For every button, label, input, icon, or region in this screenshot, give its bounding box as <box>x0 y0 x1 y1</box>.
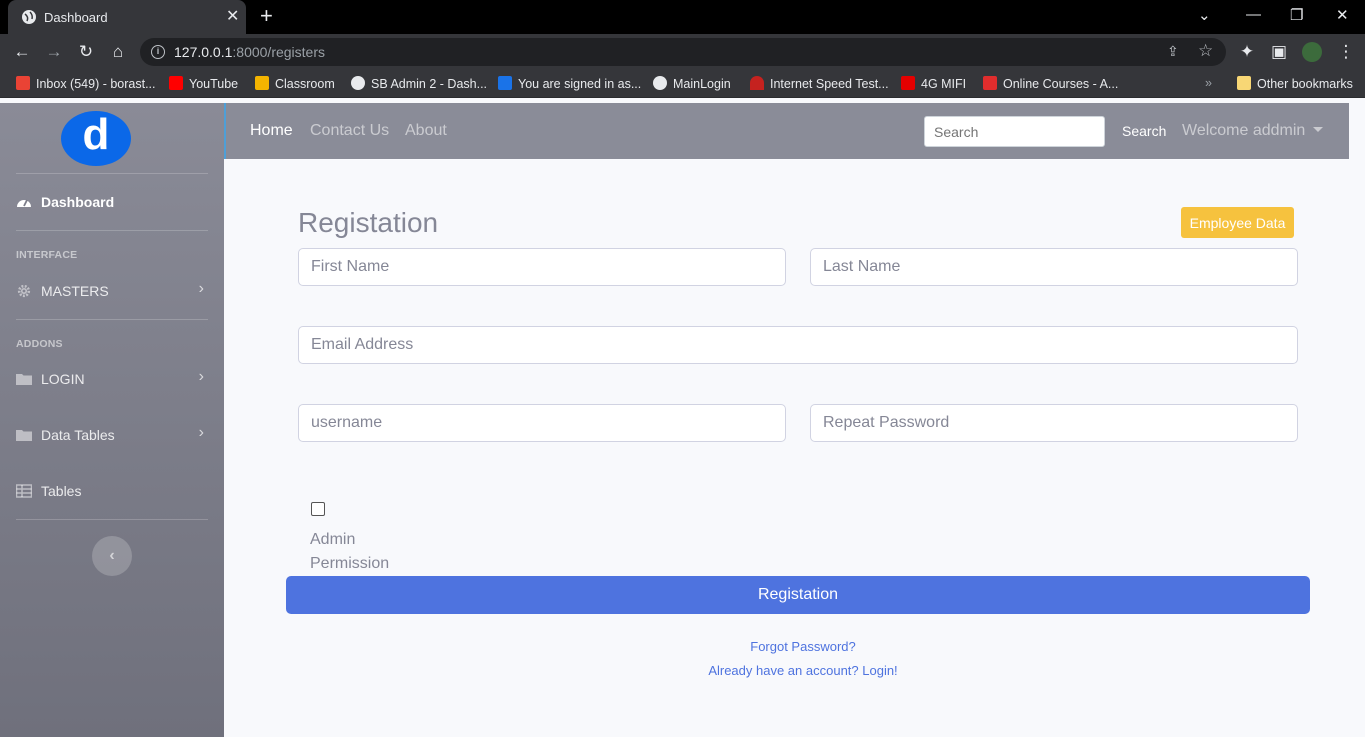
close-window-icon[interactable]: ✕ <box>1336 6 1349 24</box>
browser-tabstrip: Dashboard ✕ + ⌄ — ❐ ✕ <box>0 0 1365 34</box>
udemy-icon <box>983 76 997 90</box>
main-content: Registation Employee Data Admin Permissi… <box>224 159 1365 737</box>
bookmark-item[interactable]: 4G MIFI <box>901 76 966 91</box>
sidebar-heading-interface: INTERFACE <box>16 249 78 261</box>
sidebar-item-dashboard[interactable]: Dashboard <box>16 191 208 215</box>
forgot-password-link[interactable]: Forgot Password? <box>653 639 953 654</box>
home-icon[interactable]: ⌂ <box>108 42 128 62</box>
browser-toolbar: ← → ↻ ⌂ i 127.0.0.1:8000/registers ⇪ ☆ ✦… <box>0 34 1365 70</box>
folder-icon <box>16 374 32 385</box>
airtel-icon <box>901 76 915 90</box>
share-icon[interactable]: ⇪ <box>1167 43 1179 60</box>
bookmark-item[interactable]: Online Courses - A... <box>983 76 1118 91</box>
browser-tab[interactable]: Dashboard ✕ <box>8 0 246 34</box>
globe-icon <box>22 10 36 24</box>
sidebar-heading-addons: ADDONS <box>16 338 63 350</box>
sidebar-item-data-tables[interactable]: Data Tables › <box>16 424 208 448</box>
profile-avatar[interactable] <box>1302 42 1322 62</box>
sidebar-toggle-button[interactable]: ‹ <box>92 536 132 576</box>
bookmark-item[interactable]: SB Admin 2 - Dash... <box>351 76 487 91</box>
email-field[interactable] <box>298 326 1298 364</box>
sidebar-divider <box>16 319 208 320</box>
nav-contact-link[interactable]: Contact Us <box>310 122 389 140</box>
bookmarks-bar: Inbox (549) - borast... YouTube Classroo… <box>0 70 1365 98</box>
back-icon[interactable]: ← <box>12 42 32 62</box>
chevron-down-icon[interactable]: ⌄ <box>1198 6 1211 24</box>
username-field[interactable] <box>298 404 786 442</box>
side-panel-icon[interactable]: ▣ <box>1269 42 1289 62</box>
page-title: Registation <box>298 207 439 238</box>
minimize-icon[interactable]: — <box>1246 6 1261 23</box>
table-icon <box>16 484 32 498</box>
chevron-right-icon: › <box>198 280 204 297</box>
sidebar-divider <box>16 230 208 231</box>
restore-icon[interactable]: ❐ <box>1290 6 1303 24</box>
new-tab-icon[interactable]: + <box>260 4 273 28</box>
extensions-icon[interactable]: ✦ <box>1237 42 1257 62</box>
tab-title: Dashboard <box>44 10 108 25</box>
bookmark-star-icon[interactable]: ☆ <box>1198 41 1213 61</box>
nav-about-link[interactable]: About <box>405 122 447 140</box>
search-input[interactable] <box>924 116 1105 147</box>
address-bar[interactable]: i 127.0.0.1:8000/registers ⇪ ☆ <box>140 38 1226 66</box>
register-submit-button[interactable]: Registation <box>286 576 1310 614</box>
speed-icon <box>750 76 764 90</box>
site-info-icon[interactable]: i <box>151 45 165 59</box>
first-name-field[interactable] <box>298 248 786 286</box>
bookmark-item[interactable]: You are signed in as... <box>498 76 641 91</box>
sidebar-divider <box>16 173 208 174</box>
sidebar-item-tables[interactable]: Tables <box>16 480 208 504</box>
nav-home-link[interactable]: Home <box>250 122 293 140</box>
tachometer-icon <box>17 199 31 207</box>
sidebar-item-masters[interactable]: MASTERS › <box>16 280 208 304</box>
more-bookmarks-icon[interactable]: » <box>1205 76 1212 90</box>
user-dropdown[interactable]: Welcome addmin <box>1182 122 1324 140</box>
sidebar-divider <box>16 519 208 520</box>
bookmark-item[interactable]: YouTube <box>169 76 238 91</box>
caret-down-icon <box>1313 127 1324 132</box>
url-text[interactable]: 127.0.0.1:8000/registers <box>174 44 325 60</box>
sidebar: d Dashboard INTERFACE MASTERS › ADDONS L… <box>0 103 224 737</box>
brand-logo[interactable]: d <box>61 111 131 166</box>
admin-permission-label: Admin Permission <box>310 531 390 572</box>
classroom-icon <box>255 76 269 90</box>
folder-icon <box>16 430 32 441</box>
close-tab-icon[interactable]: ✕ <box>226 6 239 26</box>
employee-data-button[interactable]: Employee Data <box>1181 207 1294 238</box>
login-link[interactable]: Already have an account? Login! <box>653 663 953 678</box>
sidebar-item-login[interactable]: LOGIN › <box>16 368 208 392</box>
bookmark-item[interactable]: Classroom <box>255 76 335 91</box>
chevron-left-icon: ‹ <box>109 547 115 564</box>
top-navbar: Home Contact Us About Search Welcome add… <box>224 103 1349 159</box>
menu-icon[interactable]: ⋮ <box>1336 42 1356 62</box>
chevron-right-icon: › <box>198 368 204 385</box>
reload-icon[interactable]: ↻ <box>76 42 96 62</box>
bookmark-item[interactable]: Internet Speed Test... <box>750 76 889 91</box>
bookmark-item[interactable]: Inbox (549) - borast... <box>16 76 156 91</box>
gmail-icon <box>16 76 30 90</box>
admin-permission-checkbox[interactable] <box>311 502 325 516</box>
gear-icon <box>17 284 31 298</box>
other-bookmarks[interactable]: Other bookmarks <box>1237 76 1353 91</box>
chevron-right-icon: › <box>198 424 204 441</box>
forward-icon[interactable]: → <box>44 42 64 62</box>
s-icon <box>498 76 512 90</box>
repeat-password-field[interactable] <box>810 404 1298 442</box>
youtube-icon <box>169 76 183 90</box>
globe-icon <box>351 76 365 90</box>
globe-icon <box>653 76 667 90</box>
folder-icon <box>1237 76 1251 90</box>
search-button[interactable]: Search <box>1122 123 1166 139</box>
last-name-field[interactable] <box>810 248 1298 286</box>
bookmark-item[interactable]: MainLogin <box>653 76 731 91</box>
